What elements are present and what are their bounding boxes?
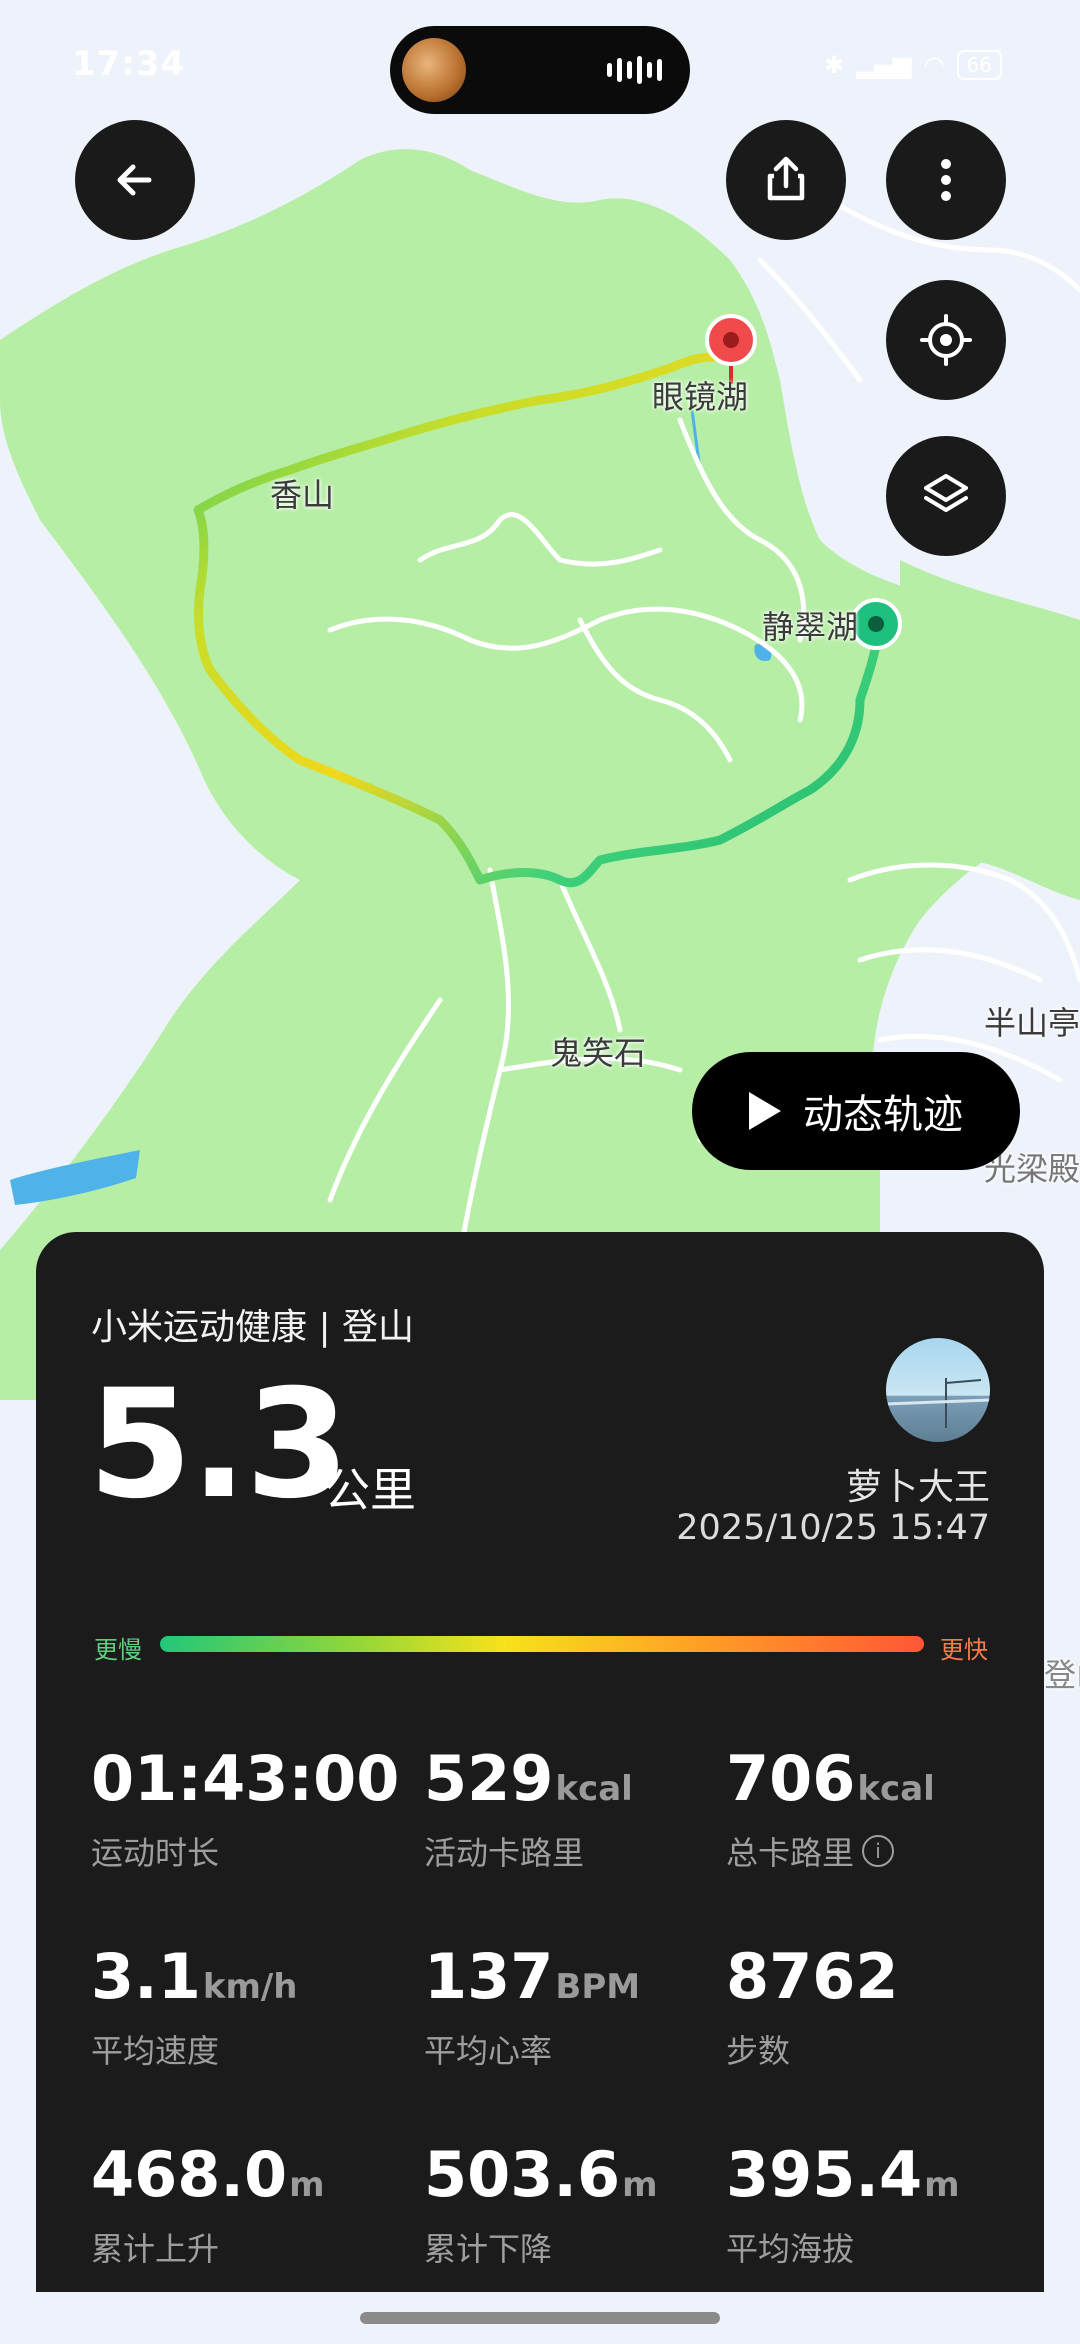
distance-value: 5.3 <box>88 1358 350 1532</box>
map-label-jingcuihu: 静翠湖 <box>762 608 859 646</box>
stat-unit: km/h <box>202 1967 298 2007</box>
stat-value: 395.4 <box>726 2138 923 2211</box>
wifi-icon: ◠ <box>923 51 945 79</box>
stat-unit: BPM <box>555 1967 641 2007</box>
stat-duration: 01:43:00 运动时长 <box>91 1748 399 1874</box>
stat-avg-heart-rate: 137BPM 平均心率 <box>424 1946 640 2072</box>
activity-brand-title: 小米运动健康 | 登山 <box>91 1307 415 1348</box>
arrow-left-icon <box>117 164 152 196</box>
stat-label: 平均心率 <box>424 2032 553 2070</box>
dynamic-island[interactable] <box>390 26 690 114</box>
stat-label: 运动时长 <box>91 1834 220 1872</box>
avatar-image <box>886 1378 990 1428</box>
map-label-guixiaoshi: 鬼笑石 <box>550 1034 647 1072</box>
avatar[interactable] <box>886 1338 990 1442</box>
stat-steps: 8762 步数 <box>726 1946 899 2072</box>
music-cover-icon <box>402 38 466 102</box>
share-icon <box>767 156 805 201</box>
share-button[interactable] <box>726 120 846 240</box>
stat-value: 468.0 <box>91 2138 288 2211</box>
stat-label: 累计上升 <box>91 2230 220 2268</box>
system-icons: ✱ ▂▄▆ ◠ 66 <box>824 50 1002 80</box>
summary-panel: 小米运动健康 | 登山 5.3 公里 萝卜大王 2025/10/25 15:47… <box>36 1232 1044 2292</box>
status-bar: 17:34 ✱ ▂▄▆ ◠ 66 <box>0 0 1080 130</box>
map-label-xiangshan: 香山 <box>270 476 335 514</box>
play-icon <box>749 1092 781 1130</box>
stat-label: 总卡路里 <box>726 1834 855 1872</box>
map-label-banshanting: 半山亭 <box>984 1004 1080 1042</box>
user-name: 萝卜大王 <box>845 1467 990 1508</box>
locate-button[interactable] <box>886 280 1006 400</box>
layers-icon <box>924 474 968 512</box>
layers-button[interactable] <box>886 436 1006 556</box>
activity-datetime: 2025/10/25 15:47 <box>676 1508 990 1548</box>
stat-value: 503.6 <box>424 2138 621 2211</box>
info-icon[interactable]: i <box>862 1835 895 1867</box>
stat-value: 01:43:00 <box>91 1742 400 1815</box>
stat-value: 529 <box>424 1742 554 1815</box>
stat-label: 步数 <box>726 2032 791 2070</box>
speed-gradient-bar <box>160 1636 924 1652</box>
speed-legend-slow: 更慢 <box>94 1636 142 1664</box>
locate-icon <box>920 314 972 366</box>
audio-wave-icon <box>607 56 662 84</box>
more-vertical-icon <box>941 159 951 201</box>
stat-label: 累计下降 <box>424 2230 553 2268</box>
back-button[interactable] <box>75 120 195 240</box>
stat-value: 3.1 <box>91 1940 201 2013</box>
start-pin[interactable] <box>850 598 902 650</box>
battery-icon: 66 <box>956 50 1002 80</box>
signal-icon: ▂▄▆ <box>856 51 912 79</box>
stat-label: 平均海拔 <box>726 2230 855 2268</box>
more-button[interactable] <box>886 120 1006 240</box>
stat-value: 8762 <box>726 1940 899 2013</box>
distance-unit: 公里 <box>324 1463 416 1517</box>
speed-legend-fast: 更快 <box>940 1636 988 1664</box>
stat-total-ascent: 468.0m 累计上升 <box>91 2144 325 2270</box>
map-label-yanjinghu: 眼镜湖 <box>652 378 749 416</box>
bluetooth-icon: ✱ <box>824 51 845 79</box>
stat-unit: m <box>622 2165 658 2205</box>
replay-track-label: 动态轨迹 <box>803 1092 963 1138</box>
replay-track-button[interactable]: 动态轨迹 <box>692 1052 1020 1170</box>
home-indicator[interactable] <box>360 2312 720 2324</box>
stat-total-calories: 706kcal 总卡路里 i <box>726 1748 935 1874</box>
stat-value: 137 <box>424 1940 554 2013</box>
stat-active-calories: 529kcal 活动卡路里 <box>424 1748 633 1874</box>
map-label-right-edge: 登山 <box>1044 1656 1080 1694</box>
stat-label: 活动卡路里 <box>424 1834 585 1872</box>
stat-unit: kcal <box>555 1769 633 1809</box>
stat-total-descent: 503.6m 累计下降 <box>424 2144 658 2270</box>
stat-avg-speed: 3.1km/h 平均速度 <box>91 1946 298 2072</box>
stat-unit: m <box>924 2165 960 2205</box>
stat-unit: kcal <box>857 1769 935 1809</box>
stat-value: 706 <box>726 1742 856 1815</box>
stat-avg-altitude: 395.4m 平均海拔 <box>726 2144 960 2270</box>
stat-label: 平均速度 <box>91 2032 220 2070</box>
status-time: 17:34 <box>72 44 186 84</box>
stat-unit: m <box>289 2165 325 2205</box>
